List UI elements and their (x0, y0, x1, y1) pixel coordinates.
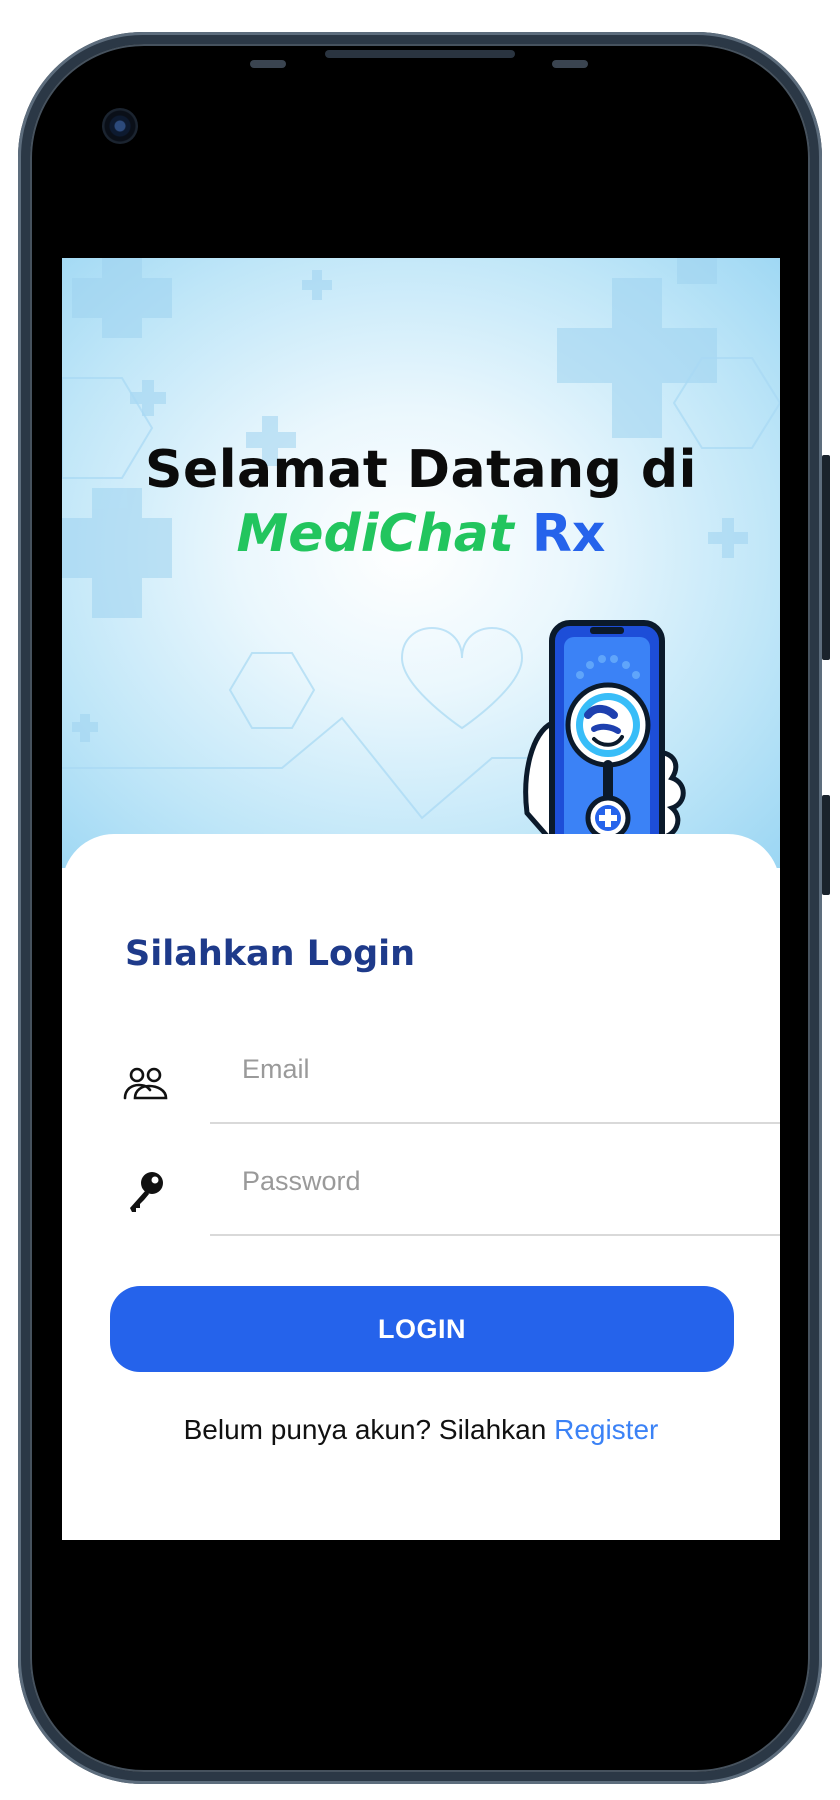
app-screen: Selamat Datang di MediChat Rx Silahkan L… (62, 258, 780, 1540)
register-prompt-text: Belum punya akun? Silahkan (183, 1414, 555, 1445)
key-icon (130, 1172, 163, 1212)
power-button (822, 455, 830, 660)
email-field[interactable] (210, 1040, 780, 1124)
brand-name: MediChat Rx (62, 504, 780, 564)
welcome-heading: Selamat Datang di (145, 440, 697, 500)
login-title: Silahkan Login (125, 934, 416, 974)
sensor-right (552, 60, 588, 68)
sensor-left (250, 60, 286, 68)
phone-stethoscope-icon (523, 620, 686, 866)
welcome-banner: Selamat Datang di MediChat Rx (62, 258, 780, 868)
register-link[interactable]: Register (554, 1414, 658, 1445)
earpiece-speaker (325, 50, 515, 58)
login-card: Silahkan Login LOGIN Belum punya akun? S… (62, 834, 780, 1540)
users-icon (123, 1067, 168, 1100)
password-field[interactable] (210, 1152, 780, 1236)
register-prompt: Belum punya akun? Silahkan Register (62, 1414, 780, 1446)
front-camera (102, 108, 138, 144)
volume-button (822, 795, 830, 895)
brand-name-rx: Rx (531, 504, 606, 564)
brand-name-medichat: MediChat (236, 504, 514, 564)
login-button[interactable]: LOGIN (110, 1286, 734, 1372)
